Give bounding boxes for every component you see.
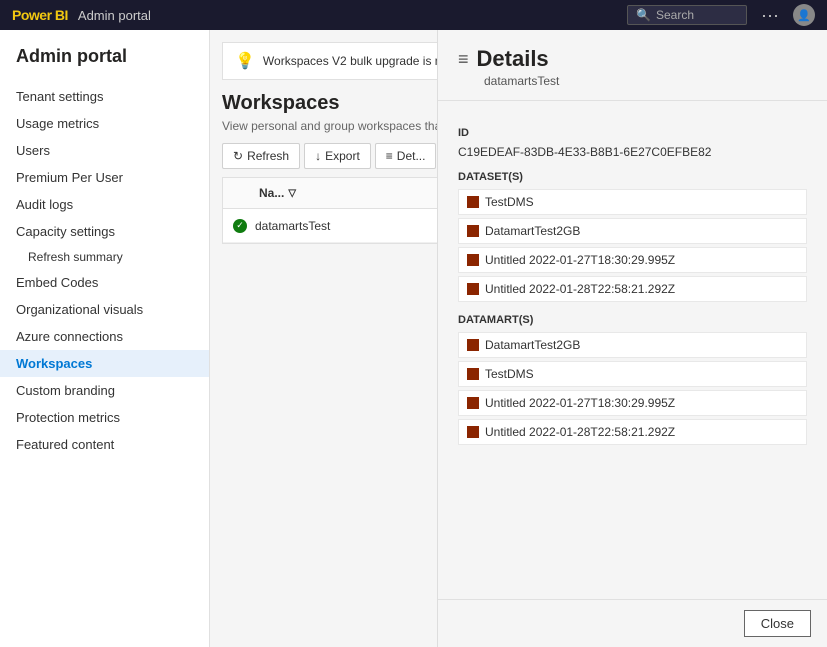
id-label: ID	[458, 127, 807, 139]
dataset-item-3: Untitled 2022-01-28T22:58:21.292Z	[458, 276, 807, 302]
dataset-icon	[467, 196, 479, 208]
details-panel: ≡ Details datamartsTest ID C19EDEAF-83DB…	[437, 30, 827, 647]
sidebar-item-workspaces[interactable]: Workspaces	[0, 350, 209, 377]
details-subtitle: datamartsTest	[458, 74, 807, 88]
sidebar-title: Admin portal	[0, 46, 209, 83]
dataset-item-2: Untitled 2022-01-27T18:30:29.995Z	[458, 247, 807, 273]
details-header: ≡ Details datamartsTest	[438, 30, 827, 101]
sidebar-item-custom-branding[interactable]: Custom branding	[0, 377, 209, 404]
refresh-icon: ↻	[233, 149, 243, 163]
sidebar-item-tenant-settings[interactable]: Tenant settings	[0, 83, 209, 110]
details-icon: ≡	[386, 149, 393, 163]
filter-icon[interactable]: ▽	[288, 188, 296, 199]
export-button[interactable]: ↓ Export	[304, 143, 371, 169]
sidebar-item-embed-codes[interactable]: Embed Codes	[0, 269, 209, 296]
refresh-button[interactable]: ↻ Refresh	[222, 143, 300, 169]
datamart-item-1: TestDMS	[458, 361, 807, 387]
datamart-item-0: DatamartTest2GB	[458, 332, 807, 358]
details-title: Details	[477, 46, 549, 72]
details-button[interactable]: ≡ Det...	[375, 143, 437, 169]
datamart-item-2: Untitled 2022-01-27T18:30:29.995Z	[458, 390, 807, 416]
top-navigation: Power BI Admin portal 🔍 ··· 👤	[0, 0, 827, 30]
dataset-item-1: DatamartTest2GB	[458, 218, 807, 244]
sidebar-item-capacity-settings[interactable]: Capacity settings	[0, 218, 209, 245]
details-body: ID C19EDEAF-83DB-4E33-B8B1-6E27C0EFBE82 …	[438, 101, 827, 599]
datasets-label: DATASET(S)	[458, 171, 807, 183]
sidebar-item-organizational-visuals[interactable]: Organizational visuals	[0, 296, 209, 323]
banner-icon: 💡	[235, 51, 255, 71]
datamarts-label: DATAMART(S)	[458, 314, 807, 326]
datamart-icon	[467, 368, 479, 380]
app-title: Admin portal	[78, 8, 151, 23]
export-icon: ↓	[315, 149, 321, 163]
dataset-item-0: TestDMS	[458, 189, 807, 215]
search-input[interactable]	[656, 8, 736, 22]
status-badge: ✓	[233, 219, 247, 233]
avatar-icon: 👤	[797, 9, 811, 22]
sidebar-item-protection-metrics[interactable]: Protection metrics	[0, 404, 209, 431]
dataset-icon	[467, 283, 479, 295]
content-area: 💡 Workspaces V2 bulk upgrade is now ava.…	[210, 30, 827, 647]
dataset-icon	[467, 254, 479, 266]
sidebar-item-premium-per-user[interactable]: Premium Per User	[0, 164, 209, 191]
col-name-header: Na... ▽	[259, 186, 438, 200]
more-options-button[interactable]: ···	[757, 5, 783, 26]
datamart-icon	[467, 339, 479, 351]
datamart-icon	[467, 426, 479, 438]
sidebar-item-users[interactable]: Users	[0, 137, 209, 164]
details-list-icon: ≡	[458, 49, 469, 70]
sidebar-item-azure-connections[interactable]: Azure connections	[0, 323, 209, 350]
main-layout: Admin portal Tenant settings Usage metri…	[0, 30, 827, 647]
check-icon: ✓	[236, 220, 244, 231]
app-logo: Power BI	[12, 7, 68, 23]
sidebar: Admin portal Tenant settings Usage metri…	[0, 30, 210, 647]
datamart-item-3: Untitled 2022-01-28T22:58:21.292Z	[458, 419, 807, 445]
dataset-icon	[467, 225, 479, 237]
sidebar-item-audit-logs[interactable]: Audit logs	[0, 191, 209, 218]
search-icon: 🔍	[636, 8, 651, 22]
sidebar-item-refresh-summary[interactable]: Refresh summary	[0, 245, 209, 269]
datamart-icon	[467, 397, 479, 409]
search-box[interactable]: 🔍	[627, 5, 747, 25]
avatar[interactable]: 👤	[793, 4, 815, 26]
sidebar-item-featured-content[interactable]: Featured content	[0, 431, 209, 458]
id-value: C19EDEAF-83DB-4E33-B8B1-6E27C0EFBE82	[458, 145, 807, 159]
close-button[interactable]: Close	[744, 610, 811, 637]
details-footer: Close	[438, 599, 827, 647]
sidebar-item-usage-metrics[interactable]: Usage metrics	[0, 110, 209, 137]
details-title-row: ≡ Details	[458, 46, 807, 72]
